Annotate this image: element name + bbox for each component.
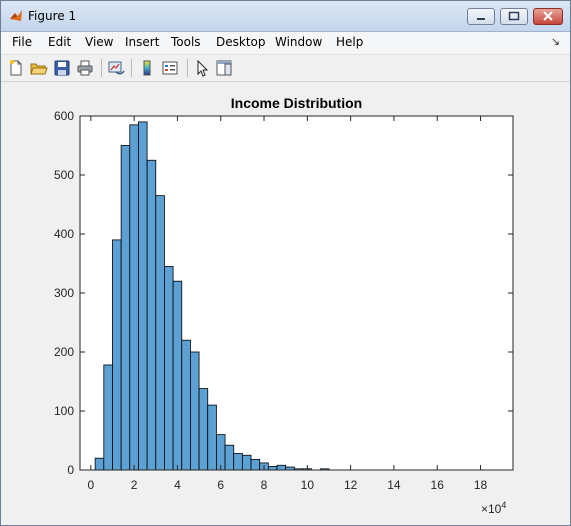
menu-window[interactable]: Window xyxy=(275,35,322,49)
x-tick-label: 18 xyxy=(474,478,488,492)
save-icon[interactable] xyxy=(53,59,71,77)
histogram-bar xyxy=(164,266,174,471)
minimize-button[interactable] xyxy=(467,8,495,25)
histogram-bar xyxy=(207,404,217,471)
figure-window: Figure 1 File Edit View Insert Tools Des… xyxy=(0,0,571,526)
menu-desktop[interactable]: Desktop xyxy=(216,35,266,49)
y-tick-label: 600 xyxy=(54,109,74,123)
y-tick-label: 400 xyxy=(54,227,74,241)
toolbar-separator xyxy=(187,59,188,77)
menu-tools[interactable]: Tools xyxy=(171,35,201,49)
window-title: Figure 1 xyxy=(28,9,77,23)
histogram-bar xyxy=(112,239,122,471)
x-tick-label: 16 xyxy=(431,478,445,492)
histogram-bar xyxy=(94,457,105,471)
toolbar-separator xyxy=(101,59,102,77)
matlab-logo-icon xyxy=(10,10,22,21)
histogram-bar xyxy=(155,195,165,471)
menu-help[interactable]: Help xyxy=(336,35,363,49)
y-tick-label: 500 xyxy=(54,168,74,182)
property-editor-icon[interactable] xyxy=(215,59,233,77)
histogram-chart[interactable]: Income Distribution 0100200300400500600 … xyxy=(6,83,567,522)
chart-title: Income Distribution xyxy=(231,95,362,111)
menu-edit[interactable]: Edit xyxy=(48,35,71,49)
close-icon xyxy=(543,11,553,21)
maximize-button[interactable] xyxy=(500,8,528,25)
title-bar[interactable]: Figure 1 xyxy=(1,1,570,32)
histogram-bar xyxy=(190,351,200,471)
histogram-bar xyxy=(146,159,157,471)
dock-arrow-icon[interactable]: ↘ xyxy=(551,35,560,48)
histogram-bar xyxy=(103,364,113,471)
maximize-icon xyxy=(508,11,520,21)
y-tick-label: 300 xyxy=(54,286,74,300)
x-tick-label: 8 xyxy=(261,478,268,492)
y-tick-label: 0 xyxy=(67,463,74,477)
x-tick-label: 10 xyxy=(301,478,315,492)
histogram-bar xyxy=(250,458,261,471)
menu-file[interactable]: File xyxy=(12,35,32,49)
minimize-icon xyxy=(477,18,485,20)
y-tick-label: 100 xyxy=(54,404,74,418)
x-tick-label: 12 xyxy=(344,478,358,492)
pointer-icon[interactable] xyxy=(193,59,211,77)
x-tick-label: 14 xyxy=(387,478,401,492)
histogram-bar xyxy=(120,145,131,471)
colorbar-icon[interactable] xyxy=(138,59,156,77)
histogram-bar xyxy=(224,444,235,471)
histogram-bar xyxy=(138,121,148,471)
new-figure-icon[interactable] xyxy=(7,59,25,77)
menu-view[interactable]: View xyxy=(85,35,113,49)
histogram-bar xyxy=(129,124,139,471)
menu-bar: File Edit View Insert Tools Desktop Wind… xyxy=(1,32,570,55)
x-tick-label: 0 xyxy=(87,478,94,492)
histogram-bar xyxy=(267,466,278,471)
legend-icon[interactable] xyxy=(161,59,179,77)
histogram-bar xyxy=(215,434,226,471)
histogram-bar xyxy=(241,454,252,471)
y-tick-label: 200 xyxy=(54,345,74,359)
histogram-bar xyxy=(198,388,209,471)
histogram-bar xyxy=(181,339,191,471)
x-tick-label: 6 xyxy=(217,478,224,492)
histogram-bar xyxy=(172,280,183,471)
histogram-bar xyxy=(276,464,287,471)
toolbar-separator xyxy=(131,59,132,77)
print-icon[interactable] xyxy=(76,59,94,77)
histogram-bar xyxy=(233,453,243,471)
x-tick-label: 4 xyxy=(174,478,181,492)
figure-area: Income Distribution 0 100 200 300 400 500 600 … xyxy=(6,83,567,522)
x-tick-label: 2 xyxy=(131,478,138,492)
close-button[interactable] xyxy=(533,8,563,25)
toolbar xyxy=(1,55,570,82)
menu-insert[interactable]: Insert xyxy=(125,35,159,49)
link-plot-icon[interactable] xyxy=(107,59,125,77)
x-axis-multiplier: ×104 xyxy=(481,500,506,516)
open-icon[interactable] xyxy=(30,59,48,77)
